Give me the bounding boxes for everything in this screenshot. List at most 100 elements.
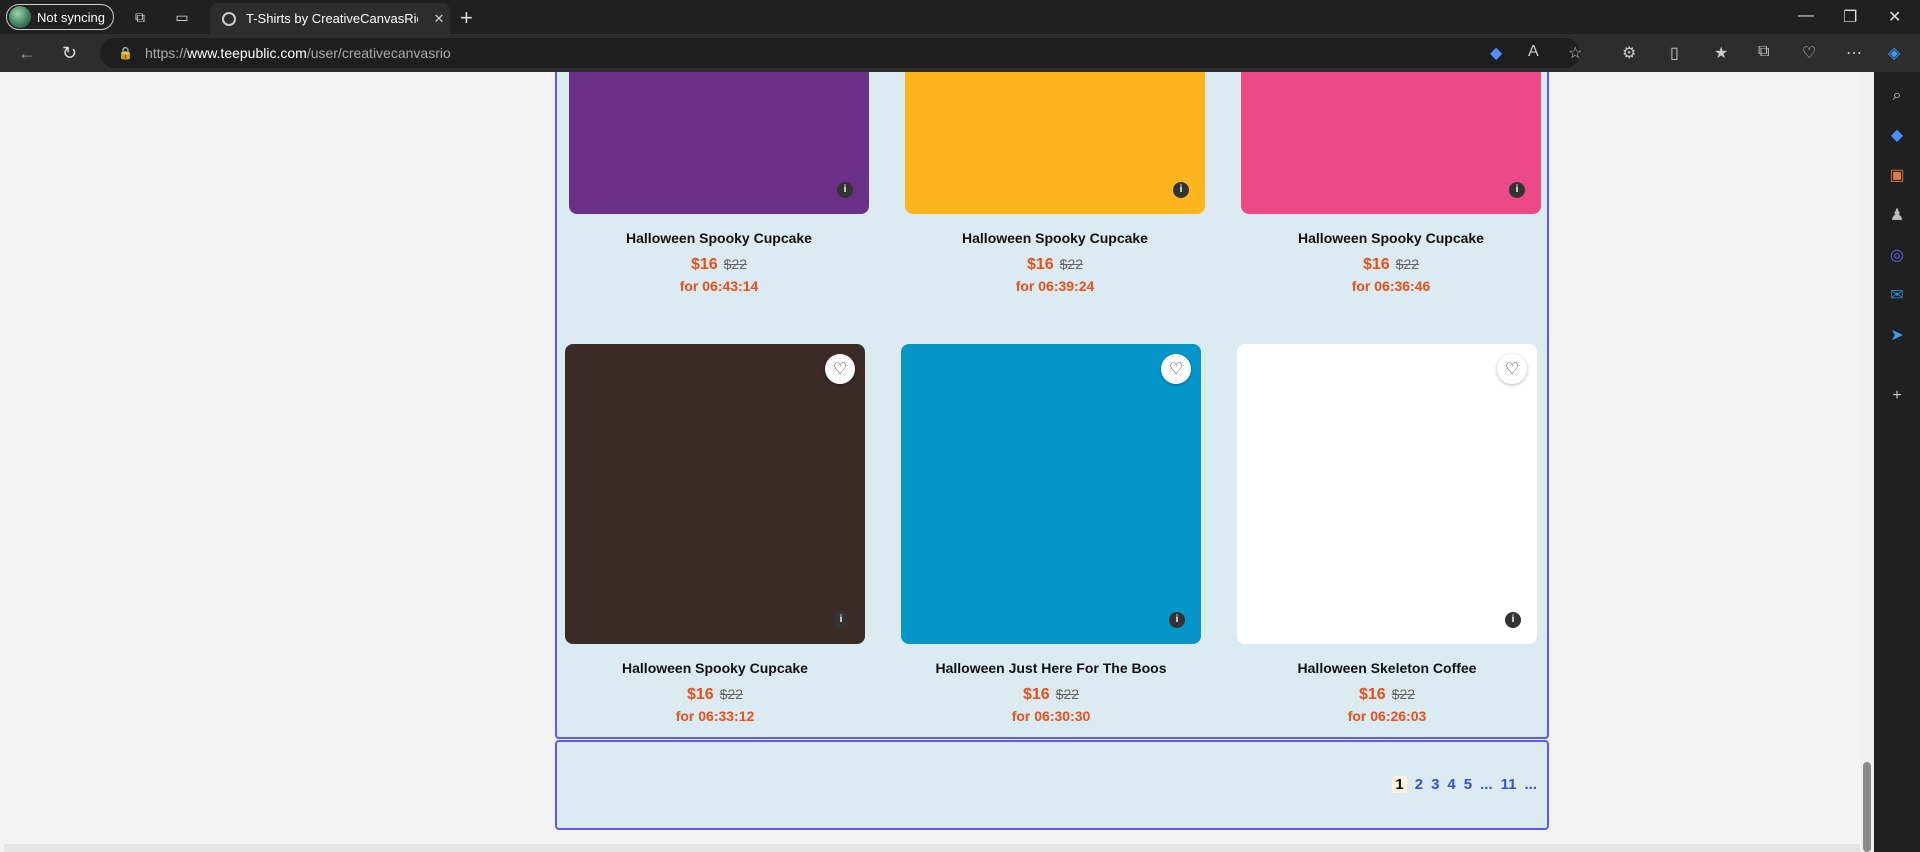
product-price: $16 $22 [1241, 256, 1541, 274]
info-icon[interactable]: i [1173, 182, 1189, 198]
sale-timer: for 06:26:03 [1347, 708, 1427, 724]
product-price: $16 $22 [569, 256, 869, 274]
product-image[interactable]: ♡ i [901, 344, 1201, 644]
pagination-panel: 1 2 3 4 5 ... 11 ... [555, 740, 1549, 830]
info-icon[interactable]: i [833, 612, 849, 628]
sale-price: $16 [1026, 256, 1054, 273]
add-icon[interactable]: + [1887, 386, 1907, 406]
product-price: $16 $22 [565, 686, 865, 704]
split-screen-icon[interactable]: ▯ [1670, 43, 1679, 63]
original-price: $22 [723, 256, 748, 272]
info-icon[interactable]: i [1509, 182, 1525, 198]
tab-title: T-Shirts by CreativeCanvasRio | T [246, 11, 418, 26]
page-ellipsis: ... [1524, 776, 1537, 793]
product-price: $16 $22 [1237, 686, 1537, 704]
product-price: $16 $22 [905, 256, 1205, 274]
page-ellipsis: ... [1480, 776, 1493, 793]
product-title[interactable]: Halloween Skeleton Coffee [1237, 660, 1537, 676]
sale-timer: for 06:43:14 [679, 278, 759, 294]
page-link[interactable]: 11 [1501, 776, 1517, 793]
back-icon[interactable]: ← [18, 43, 36, 64]
games-icon[interactable]: ♟ [1887, 206, 1907, 226]
favorites-icon[interactable]: ★ [1714, 43, 1728, 63]
search-icon[interactable]: ⌕ [1887, 86, 1907, 106]
url-field[interactable]: 🔒 https://www.teepublic.com/user/creativ… [100, 38, 1580, 68]
sale-timer: for 06:30:30 [1011, 708, 1091, 724]
heart-icon[interactable]: ♡ [1497, 354, 1527, 384]
more-menu-icon[interactable]: ⋯ [1846, 43, 1862, 63]
browser-essentials-icon[interactable]: ♡ [1802, 43, 1816, 63]
url-prefix: https:// [144, 45, 187, 61]
send-icon[interactable]: ➤ [1887, 326, 1907, 346]
tools-icon[interactable]: ▣ [1887, 166, 1907, 186]
product-image[interactable]: ♡ i [1237, 344, 1537, 644]
heart-icon[interactable]: ♡ [1161, 354, 1191, 384]
sale-timer: for 06:36:46 [1351, 278, 1431, 294]
extensions-icon[interactable]: ⚙ [1622, 43, 1636, 63]
product-image[interactable]: ♡ i [565, 344, 865, 644]
tab-teepublic[interactable]: T-Shirts by CreativeCanvasRio | T ✕ [210, 3, 450, 34]
page-link-current[interactable]: 1 [1392, 776, 1407, 793]
original-price: $22 [1395, 256, 1420, 272]
product-title[interactable]: Halloween Spooky Cupcake [565, 660, 865, 676]
product-title[interactable]: Halloween Just Here For The Boos [901, 660, 1201, 676]
product-image[interactable]: i [905, 72, 1205, 214]
profile-button[interactable]: Not syncing [6, 4, 114, 30]
profile-label: Not syncing [37, 9, 105, 25]
outlook-icon[interactable]: ✉ [1887, 286, 1907, 306]
favorite-star-icon[interactable]: ☆ [1568, 43, 1582, 63]
product-title[interactable]: Halloween Spooky Cupcake [569, 230, 869, 246]
close-window-icon[interactable]: ✕ [1888, 7, 1901, 27]
site-favicon-icon [222, 11, 236, 26]
page-link[interactable]: 5 [1464, 776, 1472, 793]
url-path: /user/creativecanvasrio [306, 45, 451, 61]
original-price: $22 [1055, 686, 1080, 702]
m365-icon[interactable]: ◎ [1887, 246, 1907, 266]
product-title[interactable]: Halloween Spooky Cupcake [905, 230, 1205, 246]
url-host: www.teepublic.com [186, 45, 307, 61]
page-scrollbar[interactable] [1860, 72, 1874, 852]
sale-timer: for 06:33:12 [675, 708, 755, 724]
new-tab-icon[interactable]: + [460, 5, 473, 31]
shopping-tag-icon[interactable]: ◆ [1887, 126, 1907, 146]
original-price: $22 [1391, 686, 1416, 702]
heart-icon[interactable]: ♡ [825, 354, 855, 384]
sale-price: $16 [1358, 686, 1386, 703]
workspaces-icon[interactable]: ⧉ [132, 9, 148, 25]
edge-sidebar: ⌕ ◆ ▣ ♟ ◎ ✉ ➤ + [1874, 72, 1920, 852]
copilot-icon[interactable]: ◈ [1888, 43, 1900, 63]
refresh-icon[interactable]: ↻ [62, 43, 77, 64]
minimize-icon[interactable]: — [1798, 7, 1814, 25]
avatar [9, 6, 31, 28]
bottom-scroll-area [4, 844, 1860, 852]
close-tab-icon[interactable]: ✕ [428, 11, 450, 27]
page-link[interactable]: 2 [1415, 776, 1423, 793]
browser-title-bar: Not syncing ⧉ ▭ T-Shirts by CreativeCanv… [0, 0, 1920, 34]
sale-timer: for 06:39:24 [1015, 278, 1095, 294]
tab-actions-icon[interactable]: ▭ [174, 9, 190, 25]
coupon-icon[interactable]: ◆ [1490, 43, 1502, 63]
read-aloud-icon[interactable]: A [1528, 43, 1539, 61]
product-price: $16 $22 [901, 686, 1201, 704]
scrollbar-thumb[interactable] [1863, 762, 1871, 852]
page-link[interactable]: 3 [1431, 776, 1439, 793]
info-icon[interactable]: i [1505, 612, 1521, 628]
pagination: 1 2 3 4 5 ... 11 ... [1392, 776, 1537, 793]
info-icon[interactable]: i [837, 182, 853, 198]
info-icon[interactable]: i [1169, 612, 1185, 628]
original-price: $22 [1059, 256, 1084, 272]
restore-icon[interactable]: ❐ [1843, 7, 1857, 27]
address-toolbar: ← ↻ 🔒 https://www.teepublic.com/user/cre… [0, 34, 1920, 72]
sale-price: $16 [1022, 686, 1050, 703]
product-image[interactable]: i [569, 72, 869, 214]
page-viewport: i Halloween Spooky Cupcake $16 $22 for 06… [4, 72, 1860, 852]
sale-price: $16 [690, 256, 718, 273]
sale-price: $16 [686, 686, 714, 703]
product-image[interactable]: i [1241, 72, 1541, 214]
product-title[interactable]: Halloween Spooky Cupcake [1241, 230, 1541, 246]
page-link[interactable]: 4 [1447, 776, 1455, 793]
sale-price: $16 [1362, 256, 1390, 273]
collections-icon[interactable]: ⧉ [1758, 43, 1769, 61]
product-grid: i Halloween Spooky Cupcake $16 $22 for 06… [555, 72, 1549, 739]
lock-icon: 🔒 [118, 46, 133, 60]
